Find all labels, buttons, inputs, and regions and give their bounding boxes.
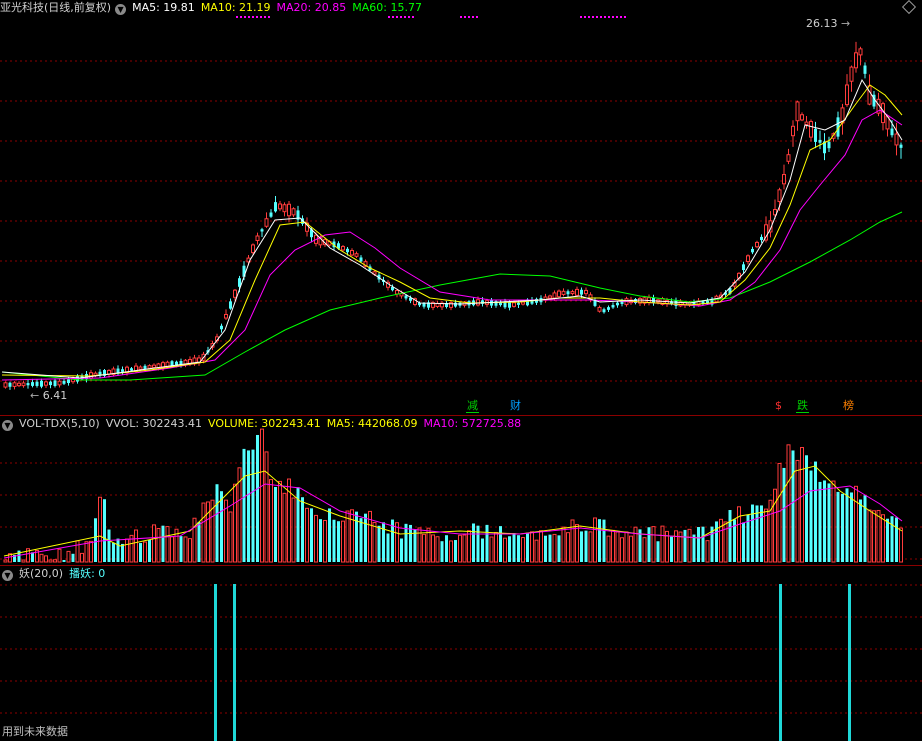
chevron-down-icon[interactable]: ▼ bbox=[2, 420, 13, 431]
yao-value: 播妖: 0 bbox=[69, 567, 106, 580]
volume-value: VOLUME: 302243.41 bbox=[208, 417, 321, 430]
stock-title: 亚光科技(日线,前复权) bbox=[0, 1, 112, 14]
yao-header: ▼ 妖(20,0) 播妖: 0 bbox=[0, 566, 111, 581]
ma5-value: MA5: 19.81 bbox=[132, 1, 195, 14]
event-tag-rank[interactable]: 榜 bbox=[842, 399, 855, 412]
volume-ma5-value: MA5: 442068.09 bbox=[326, 417, 418, 430]
ma10-value: MA10: 21.19 bbox=[200, 1, 271, 14]
volume-bars bbox=[0, 428, 922, 563]
vvol-value: VVOL: 302243.41 bbox=[105, 417, 203, 430]
price-chart-panel[interactable]: 亚光科技(日线,前复权) ▼ MA5: 19.81 MA10: 21.19 MA20: … bbox=[0, 0, 922, 415]
price-header: 亚光科技(日线,前复权) ▼ MA5: 19.81 MA10: 21.19 MA20: … bbox=[0, 0, 428, 15]
volume-chart-panel[interactable]: ▼ VOL-TDX(5,10) VVOL: 302243.41 VOLUME: 302… bbox=[0, 415, 922, 566]
event-tag-finance[interactable]: 财 bbox=[509, 399, 522, 412]
ma20-value: MA20: 20.85 bbox=[276, 1, 347, 14]
ma60-value: MA60: 15.77 bbox=[352, 1, 422, 14]
volume-ma10-value: MA10: 572725.88 bbox=[423, 417, 522, 430]
volume-header: ▼ VOL-TDX(5,10) VVOL: 302243.41 VOLUME: 302… bbox=[0, 416, 527, 431]
high-price-label: 26.13 → bbox=[806, 17, 851, 30]
yao-indicator-name: 妖(20,0) bbox=[19, 567, 64, 580]
volume-indicator-name: VOL-TDX(5,10) bbox=[19, 417, 100, 430]
chevron-down-icon[interactable]: ▼ bbox=[115, 4, 127, 15]
yao-indicator-panel[interactable]: ▼ 妖(20,0) 播妖: 0 用到未来数据 bbox=[0, 565, 922, 741]
yao-signal-bars bbox=[0, 584, 922, 741]
future-data-note: 用到未来数据 bbox=[2, 725, 68, 738]
candlestick-chart bbox=[0, 16, 922, 390]
event-tag-reduce[interactable]: 减 bbox=[466, 399, 479, 413]
event-tag-drop[interactable]: 跌 bbox=[796, 399, 809, 413]
chevron-down-icon[interactable]: ▼ bbox=[2, 570, 13, 581]
event-tag-dollar[interactable]: $ bbox=[774, 399, 783, 412]
low-price-label: ← 6.41 bbox=[30, 389, 68, 402]
